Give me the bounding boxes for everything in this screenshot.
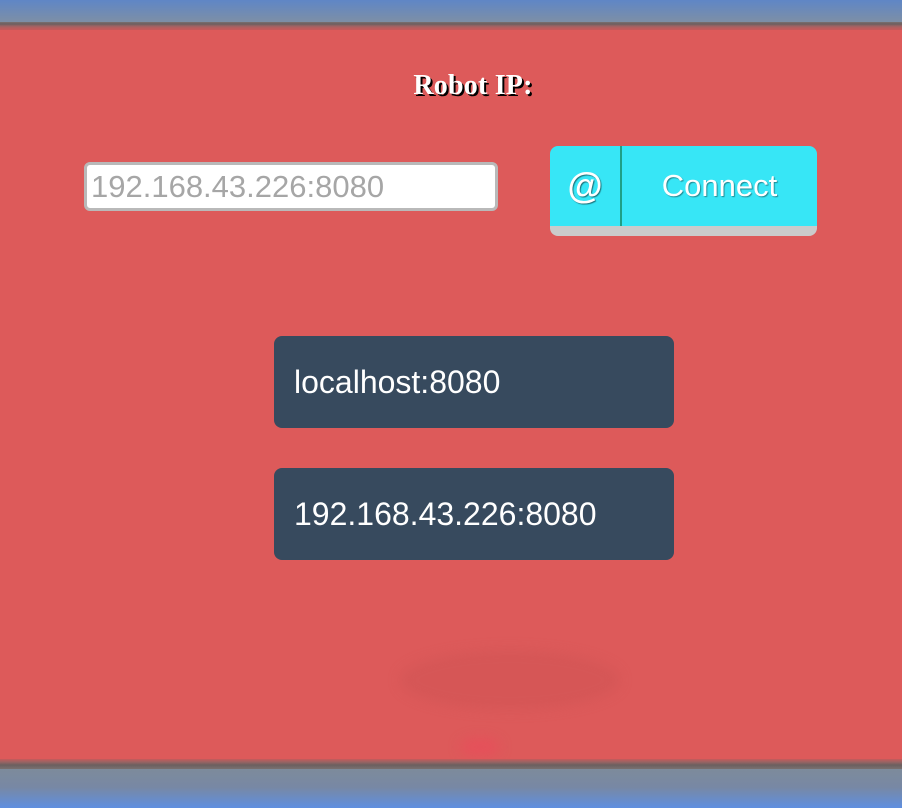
saved-host-label: localhost:8080 [294, 363, 501, 400]
bottom-border [0, 769, 902, 808]
background-smudge [460, 738, 500, 756]
top-edge [0, 22, 902, 30]
saved-host-ip[interactable]: 192.168.43.226:8080 [274, 468, 674, 560]
bottom-edge [0, 759, 902, 769]
at-icon: @ [550, 146, 622, 226]
connect-button[interactable]: @ Connect [550, 146, 817, 236]
background-smudge [400, 650, 620, 710]
page-title: Robot IP: [413, 70, 533, 101]
robot-ip-input[interactable] [84, 162, 498, 211]
connect-button-label: Connect [661, 168, 778, 203]
saved-host-label: 192.168.43.226:8080 [294, 495, 597, 532]
top-border [0, 0, 902, 22]
saved-host-localhost[interactable]: localhost:8080 [274, 336, 674, 428]
